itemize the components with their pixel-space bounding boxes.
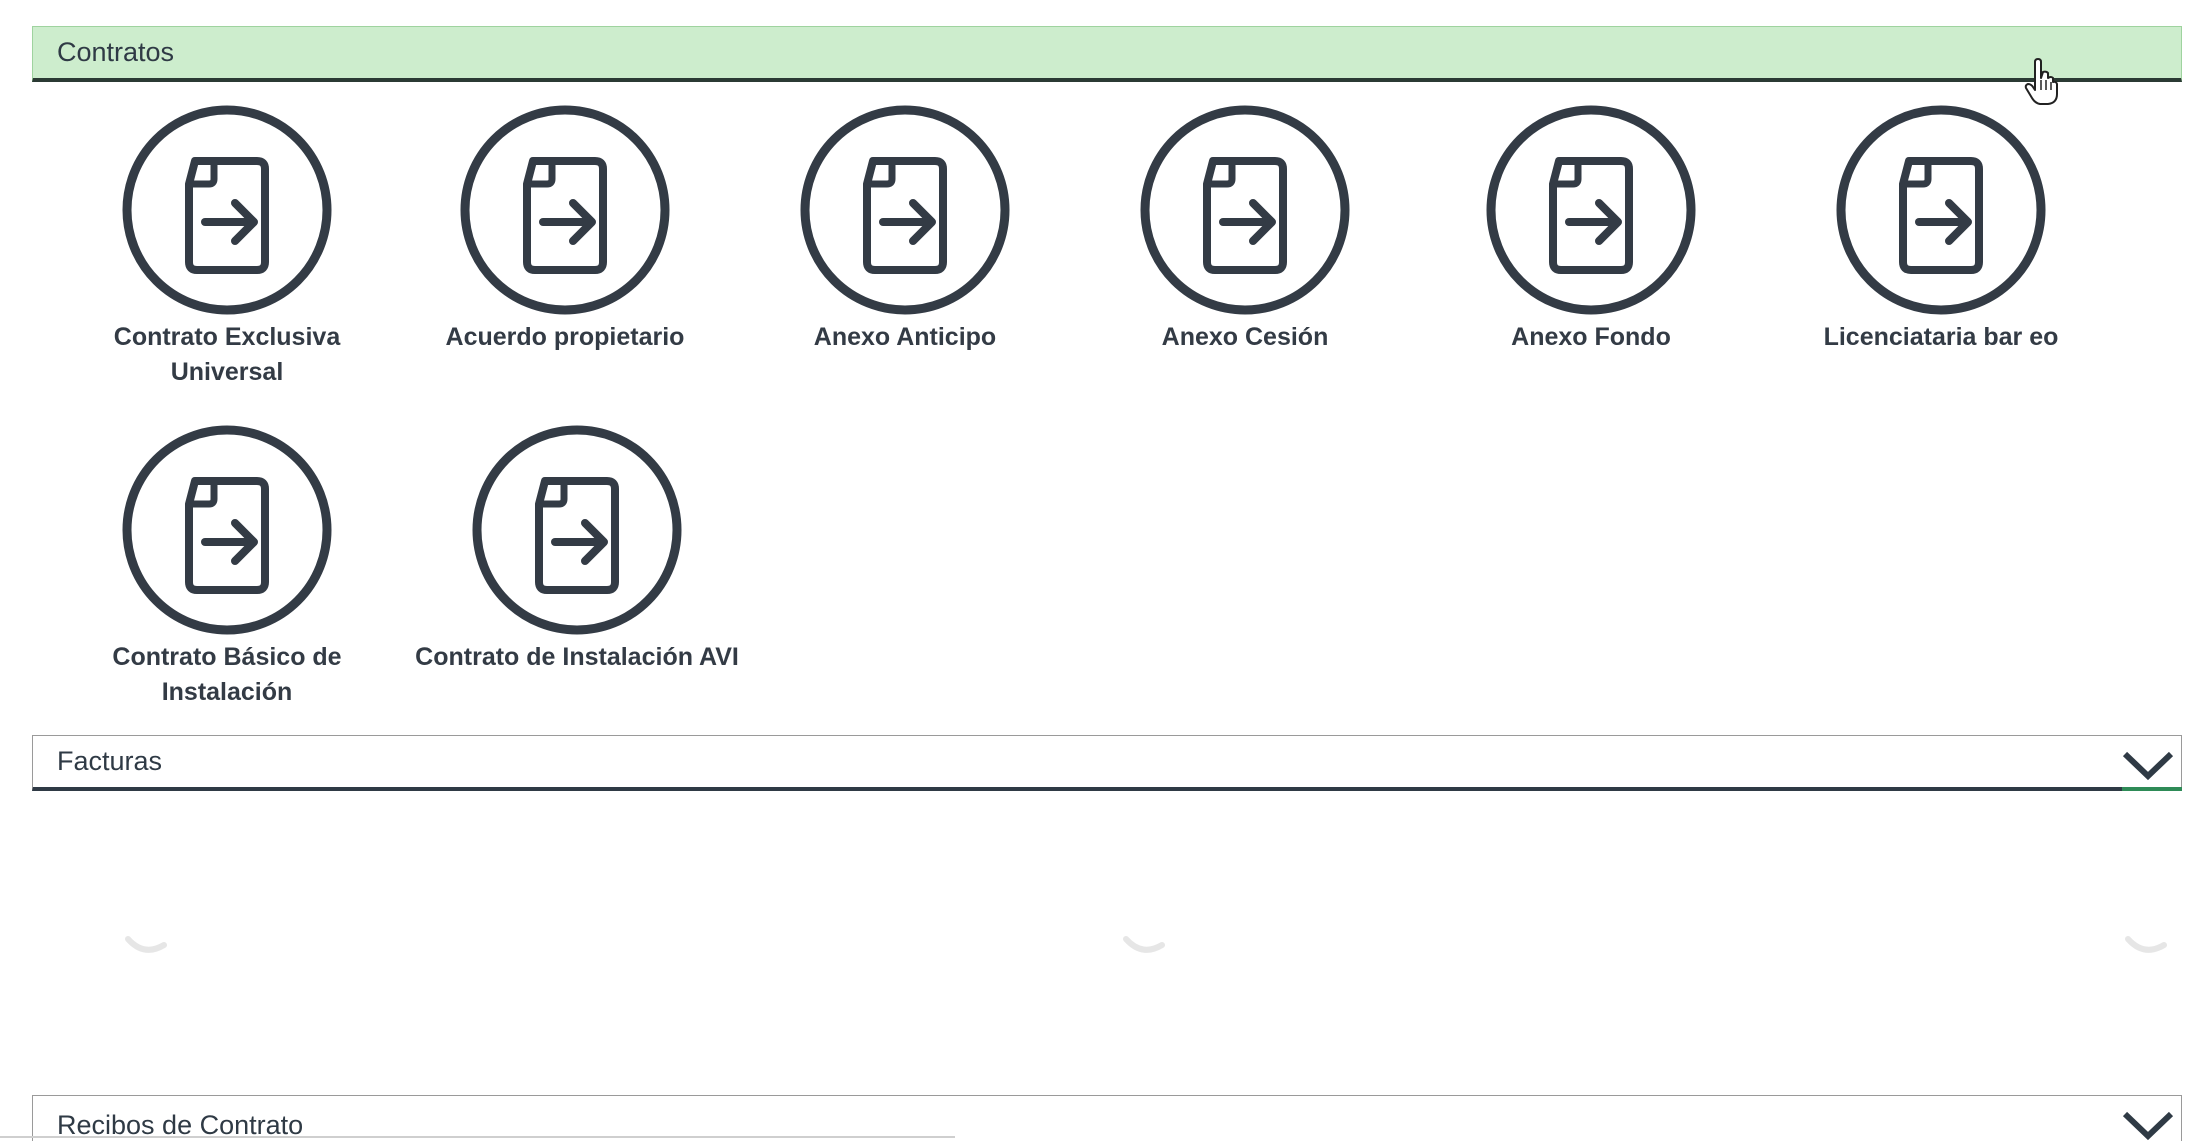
tile-anexo-fondo[interactable]: Anexo Fondo [1426,104,1756,355]
horizontal-scrollbar[interactable] [0,1136,955,1138]
tile-acuerdo-propietario[interactable]: Acuerdo propietario [400,104,730,355]
section-header-recibos[interactable]: Recibos de Contrato [32,1095,2182,1141]
tile-contrato-instalacion-avi[interactable]: Contrato de Instalación AVI [412,424,742,675]
header-accent-bar [2122,787,2182,791]
section-title-facturas: Facturas [57,746,163,776]
tile-label: Anexo Cesión [1161,323,1329,351]
file-arrow-icon [800,105,1010,315]
file-arrow-icon [1140,105,1350,315]
page: Contratos Contrato Exclusiva Universal A… [0,0,2197,1141]
section-header-facturas[interactable]: Facturas [32,735,2182,791]
file-arrow-icon [122,105,332,315]
section-header-contratos[interactable]: Contratos [32,26,2182,82]
chevron-down-icon[interactable] [2121,746,2175,782]
tile-label: Contrato de Instalación AVI [415,643,739,671]
file-arrow-icon [1486,105,1696,315]
tile-anexo-anticipo[interactable]: Anexo Anticipo [740,104,1070,355]
section-title-contratos: Contratos [57,37,175,67]
loading-spinner-icon [1123,936,1165,953]
file-arrow-icon [1836,105,2046,315]
file-arrow-icon [122,425,332,635]
tile-label: Acuerdo propietario [445,323,685,351]
tile-label: Anexo Anticipo [813,323,997,351]
tile-contrato-exclusiva-universal[interactable]: Contrato Exclusiva Universal [62,104,392,390]
tile-label: Licenciataria bar eo [1823,323,2059,351]
tile-label: Contrato Básico de Instalación [112,643,342,706]
loading-spinner-icon [125,936,167,953]
tile-licenciataria[interactable]: Licenciataria bar eo [1776,104,2106,355]
tile-label: Contrato Exclusiva Universal [113,323,341,386]
tile-contrato-basico-instalacion[interactable]: Contrato Básico de Instalación [62,424,392,710]
file-arrow-icon [460,105,670,315]
tile-anexo-cesion[interactable]: Anexo Cesión [1080,104,1410,355]
loading-spinner-icon [2125,936,2167,953]
tile-label: Anexo Fondo [1511,323,1671,351]
chevron-down-icon[interactable] [2121,1106,2175,1141]
file-arrow-icon [472,425,682,635]
hand-cursor-icon [2024,58,2058,105]
